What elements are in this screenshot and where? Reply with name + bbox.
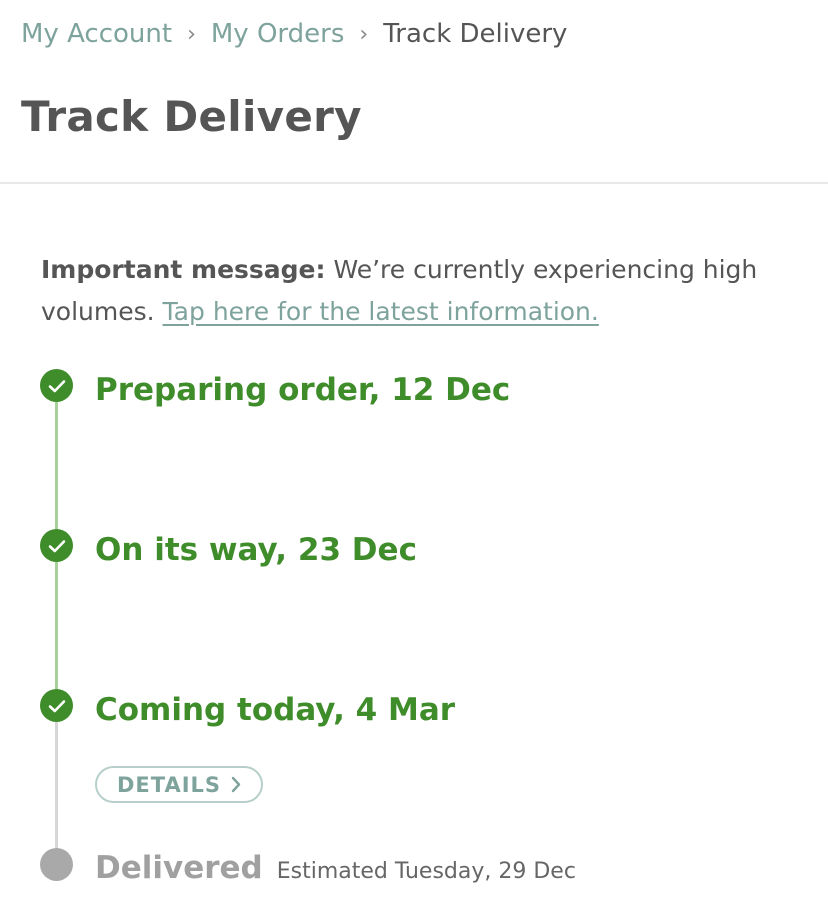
details-button-label: DETAILS xyxy=(116,772,222,797)
step-pending-dot xyxy=(40,848,73,881)
step-complete-check-icon xyxy=(40,689,73,722)
check-icon xyxy=(48,379,65,392)
timeline-connector-pending xyxy=(55,722,58,865)
step-preparing-order: Preparing order, 12 Dec xyxy=(95,372,511,408)
delivery-estimate: Estimated Tuesday, 29 Dec xyxy=(276,859,576,884)
check-icon xyxy=(48,699,65,712)
step-delivered-title: Delivered xyxy=(95,850,263,886)
timeline-connector-complete xyxy=(55,402,58,546)
step-delivered: Delivered Estimated Tuesday, 29 Dec xyxy=(95,850,576,886)
delivery-timeline: Preparing order, 12 Dec On its way, 23 D… xyxy=(0,0,828,911)
step-complete-check-icon xyxy=(40,369,73,402)
timeline-connector-complete xyxy=(55,562,58,706)
check-icon xyxy=(48,539,65,552)
chevron-right-icon xyxy=(231,776,241,793)
step-coming-today: Coming today, 4 Mar xyxy=(95,692,456,728)
step-on-its-way: On its way, 23 Dec xyxy=(95,532,417,568)
step-complete-check-icon xyxy=(40,529,73,562)
details-button[interactable]: DETAILS xyxy=(95,766,263,803)
